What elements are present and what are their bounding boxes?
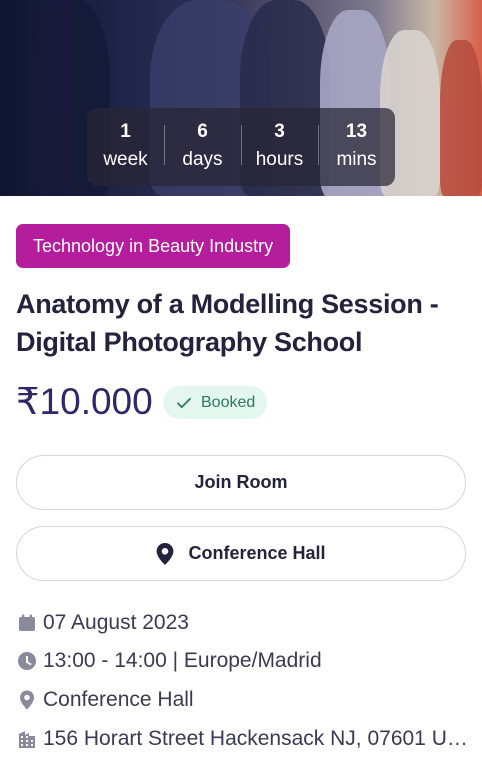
countdown-hours: 3 hours <box>241 119 318 175</box>
event-address: 156 Horart Street Hackensack NJ, 07601 U… <box>43 727 468 750</box>
countdown-unit: hours <box>255 149 304 170</box>
category-tag[interactable]: Technology in Beauty Industry <box>16 224 291 268</box>
status-badge: Booked <box>163 386 268 419</box>
clock-icon <box>16 650 38 672</box>
event-address-row: 156 Horart Street Hackensack NJ, 07601 U… <box>16 727 476 751</box>
countdown-unit: days <box>182 149 223 170</box>
map-pin-icon <box>157 542 174 565</box>
event-time-row: 13:00 - 14:00 | Europe/Madrid <box>16 649 476 673</box>
event-date: 07 August 2023 <box>43 611 189 634</box>
countdown-days: 6 days <box>164 119 241 175</box>
check-icon <box>177 397 191 408</box>
countdown-value: 3 <box>274 121 285 142</box>
countdown-unit: week <box>103 149 148 170</box>
countdown-unit: mins <box>336 149 377 170</box>
countdown-mins: 13 mins <box>318 119 395 175</box>
hero-figure <box>440 40 482 196</box>
join-room-label: Join Room <box>194 472 288 492</box>
countdown-value: 6 <box>197 121 208 142</box>
calendar-icon <box>16 612 38 634</box>
event-venue-row: Conference Hall <box>16 688 476 712</box>
venue-button-label: Conference Hall <box>188 543 326 563</box>
event-hero-image: 1 week 6 days 3 hours 13 mins <box>0 0 482 196</box>
event-price: ₹10.000 <box>16 381 153 422</box>
building-icon <box>16 728 38 750</box>
countdown-timer: 1 week 6 days 3 hours 13 mins <box>87 108 395 186</box>
event-time: 13:00 - 14:00 | Europe/Madrid <box>43 649 322 672</box>
venue-button[interactable]: Conference Hall <box>16 526 466 581</box>
status-badge-label: Booked <box>201 393 256 411</box>
countdown-value: 13 <box>345 121 368 142</box>
event-title: Anatomy of a Modelling Session - Digital… <box>16 289 439 357</box>
event-venue: Conference Hall <box>43 688 194 711</box>
countdown-weeks: 1 week <box>87 119 164 175</box>
join-room-button[interactable]: Join Room <box>16 455 466 510</box>
event-date-row: 07 August 2023 <box>16 611 476 635</box>
countdown-value: 1 <box>120 121 131 142</box>
map-pin-icon <box>16 689 38 711</box>
